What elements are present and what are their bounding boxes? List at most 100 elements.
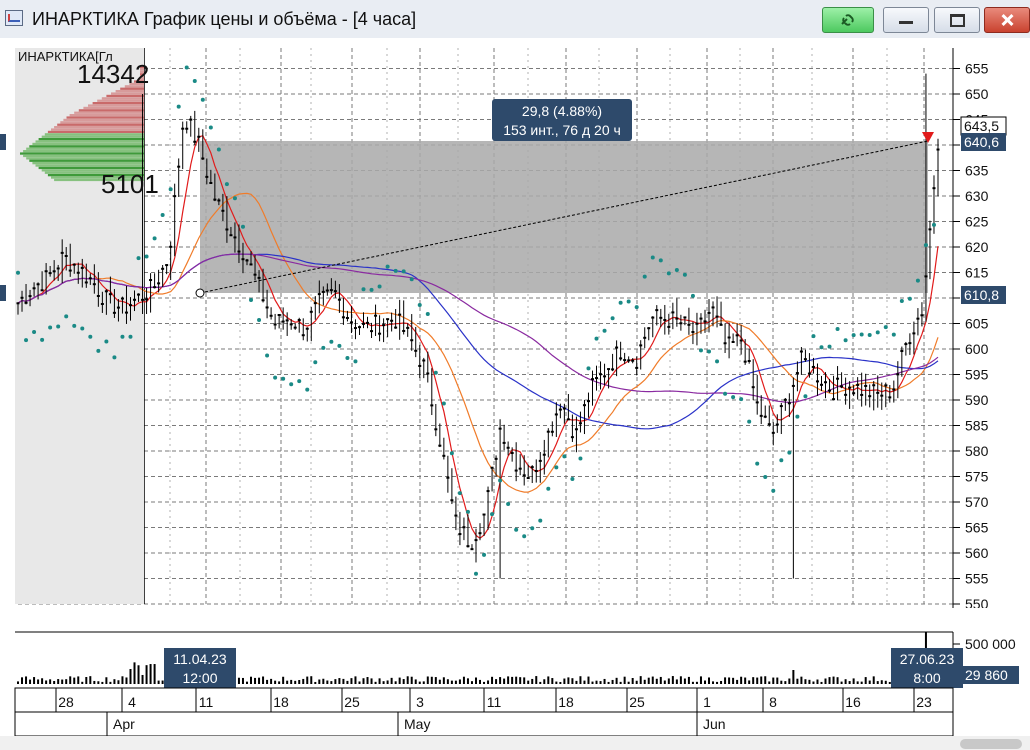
sar-dot — [907, 296, 912, 301]
sar-dot — [731, 395, 736, 400]
sar-dot — [80, 326, 85, 331]
profile-bar — [41, 135, 145, 138]
sar-dot — [795, 414, 800, 419]
sar-dot — [377, 284, 382, 289]
sar-dot — [827, 344, 832, 349]
profile-bar — [66, 116, 144, 119]
sar-dot — [409, 277, 414, 282]
sar-dot — [385, 264, 390, 269]
sar-dot — [128, 334, 133, 339]
sar-dot — [867, 332, 872, 337]
profile-bar — [51, 128, 144, 131]
sar-dot — [32, 330, 37, 335]
sar-dot — [538, 518, 543, 523]
measure-start-point[interactable] — [195, 288, 205, 298]
profile-bottom-label: 5101 — [101, 169, 159, 199]
price-tag-high: 643,5 — [960, 116, 1007, 136]
sar-dot — [184, 65, 189, 70]
price-tick-label: 605 — [965, 316, 989, 332]
sar-dot — [297, 379, 302, 384]
sar-dot — [747, 419, 752, 424]
sar-dot — [594, 336, 599, 341]
month-tick-label: Apr — [113, 716, 135, 732]
price-tick-label: 650 — [965, 86, 989, 102]
sar-dot — [514, 527, 519, 532]
profile-bar — [32, 162, 144, 165]
cursor-label-right: 27.06.23 8:00 — [891, 648, 963, 688]
price-tick-label: 575 — [965, 469, 989, 485]
profile-bar — [92, 102, 144, 105]
sar-dot — [490, 512, 495, 517]
sar-dot — [473, 571, 478, 576]
price-tick-label: 580 — [965, 443, 989, 459]
sar-dot — [289, 382, 294, 387]
profile-bar — [101, 97, 144, 100]
sar-dot — [682, 272, 687, 277]
profile-bar — [20, 152, 144, 155]
volume-tick-max: 500 000 — [965, 636, 1016, 652]
sar-dot — [602, 328, 607, 333]
day-tick-label: 18 — [558, 694, 574, 710]
sar-dot — [562, 454, 567, 459]
sar-dot — [723, 391, 728, 396]
sar-dot — [329, 339, 334, 344]
sar-dot — [658, 258, 663, 263]
sar-dot — [104, 339, 109, 344]
sar-dot — [666, 271, 671, 276]
month-tick-label: Jun — [703, 716, 726, 732]
sar-dot — [554, 465, 559, 470]
sar-dot — [257, 317, 262, 322]
link-icon — [841, 14, 854, 26]
link-button[interactable] — [822, 7, 874, 33]
measure-duration-text: 153 инт., 76 д 20 ч — [503, 122, 621, 138]
sar-dot — [546, 486, 551, 491]
sar-dot — [337, 343, 342, 348]
sar-dot — [24, 338, 29, 343]
sar-dot — [715, 359, 720, 364]
sar-dot — [498, 478, 503, 483]
profile-bar — [69, 114, 144, 117]
sar-dot — [707, 349, 712, 354]
day-tick-label: 11 — [487, 694, 502, 710]
sar-dot — [586, 366, 591, 371]
sar-dot — [642, 274, 647, 279]
scrollbar-thumb[interactable] — [960, 739, 1022, 749]
sar-dot — [690, 293, 695, 298]
sar-dot — [96, 348, 101, 353]
sar-dot — [249, 297, 254, 302]
volume-tick-current: 29 860 — [965, 667, 1008, 683]
minimize-button[interactable] — [883, 7, 929, 33]
sar-dot — [393, 268, 398, 273]
day-tick-label: 25 — [344, 694, 360, 710]
profile-bar — [83, 106, 144, 110]
sar-dot — [112, 355, 117, 360]
svg-text:643,5: 643,5 — [964, 118, 999, 134]
sar-dot — [56, 324, 61, 329]
sar-dot — [931, 222, 936, 227]
sar-dot — [216, 147, 221, 152]
day-tick-label: 11 — [199, 694, 214, 710]
sar-dot — [417, 302, 422, 307]
price-tick-label: 635 — [965, 163, 989, 179]
sar-dot — [482, 552, 487, 557]
maximize-button[interactable] — [934, 7, 980, 33]
svg-text:8:00: 8:00 — [913, 670, 940, 686]
sar-dot — [305, 387, 310, 392]
sar-dot — [634, 305, 639, 310]
sar-dot — [763, 474, 768, 479]
sar-dot — [72, 323, 77, 328]
svg-text:640,6: 640,6 — [964, 134, 999, 150]
profile-bar — [44, 133, 144, 136]
sar-dot — [16, 270, 20, 275]
close-button[interactable] — [984, 7, 1030, 33]
horizontal-scrollbar[interactable] — [0, 736, 1030, 750]
profile-bar — [38, 138, 144, 141]
left-price-tag-low — [0, 285, 6, 301]
sar-dot — [176, 104, 181, 109]
price-tick-label: 590 — [965, 392, 989, 408]
price-tick-label: 655 — [965, 61, 989, 77]
profile-bar — [106, 94, 144, 98]
sar-dot — [811, 334, 816, 339]
price-chart[interactable]: ИНАРКТИКА[Гл 14342 5101 29,8 (4.88%) 153… — [0, 38, 1030, 750]
price-tick-label: 585 — [965, 418, 989, 434]
